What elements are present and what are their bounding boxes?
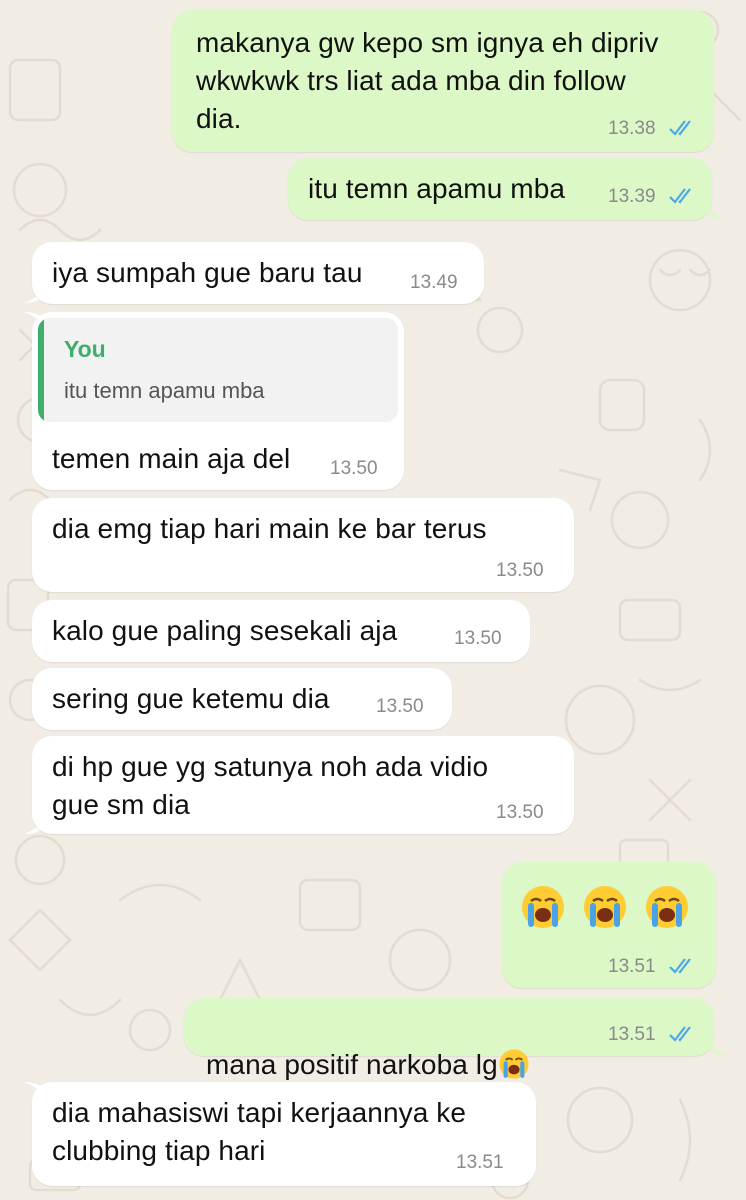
message-time: 13.50 (454, 628, 502, 649)
message-time: 13.49 (410, 272, 458, 293)
message-text-body: mana positif narkoba lg (206, 1049, 498, 1080)
outgoing-message[interactable]: makanya gw kepo sm ignya eh dipriv wkwkw… (172, 10, 714, 152)
message-time: 13.51 (456, 1152, 504, 1173)
outgoing-message[interactable]: mana positif narkoba lg 13.51 (184, 998, 714, 1080)
quoted-reply[interactable]: You itu temn apamu mba (38, 318, 398, 422)
incoming-message[interactable]: dia mahasiswi tapi kerjaannya ke clubbin… (32, 1082, 536, 1186)
message-text: dia emg tiap hari main ke bar terus (52, 513, 487, 544)
loudly-crying-face-icon (499, 1049, 529, 1079)
incoming-message[interactable]: You itu temn apamu mba temen main aja de… (32, 312, 404, 490)
quote-accent-bar (38, 318, 44, 422)
message-time: 13.50 (376, 696, 424, 717)
message-text: iya sumpah gue baru tau (52, 257, 363, 288)
message-text: di hp gue yg satunya noh ada vidio gue s… (52, 751, 489, 820)
loudly-crying-face-icon (646, 886, 688, 928)
message-time: 13.50 (496, 560, 544, 581)
quote-author: You (64, 336, 106, 362)
message-text: makanya gw kepo sm ignya eh dipriv wkwkw… (196, 27, 659, 134)
message-time: 13.50 (330, 458, 378, 479)
read-receipt-icon (669, 120, 691, 136)
message-time: 13.38 (608, 118, 656, 139)
bubble-tail (706, 1034, 728, 1056)
read-receipt-icon (669, 958, 691, 974)
quote-text: itu temn apamu mba (64, 378, 265, 403)
message-time: 13.39 (608, 186, 656, 207)
incoming-message[interactable]: di hp gue yg satunya noh ada vidio gue s… (32, 736, 574, 834)
bubble-tail (704, 198, 726, 220)
incoming-message[interactable]: sering gue ketemu dia 13.50 (32, 668, 452, 730)
outgoing-message[interactable]: 13.51 (502, 862, 716, 988)
message-text: kalo gue paling sesekali aja (52, 615, 398, 646)
message-text: sering gue ketemu dia (52, 683, 330, 714)
message-text: mana positif narkoba lg (206, 1008, 530, 1084)
message-time: 13.50 (496, 802, 544, 823)
read-receipt-icon (669, 1026, 691, 1042)
message-text: temen main aja del (52, 443, 291, 474)
message-time: 13.51 (608, 1024, 656, 1045)
incoming-message[interactable]: kalo gue paling sesekali aja 13.50 (32, 600, 530, 662)
message-text: dia mahasiswi tapi kerjaannya ke clubbin… (52, 1097, 467, 1166)
message-text: itu temn apamu mba (308, 173, 566, 204)
loudly-crying-face-icon (584, 886, 626, 928)
message-time: 13.51 (608, 956, 656, 977)
loudly-crying-face-icon (522, 886, 564, 928)
read-receipt-icon (669, 188, 691, 204)
incoming-message[interactable]: iya sumpah gue baru tau 13.49 (32, 242, 484, 304)
outgoing-message[interactable]: itu temn apamu mba 13.39 (288, 158, 712, 220)
incoming-message[interactable]: dia emg tiap hari main ke bar terus 13.5… (32, 498, 574, 592)
